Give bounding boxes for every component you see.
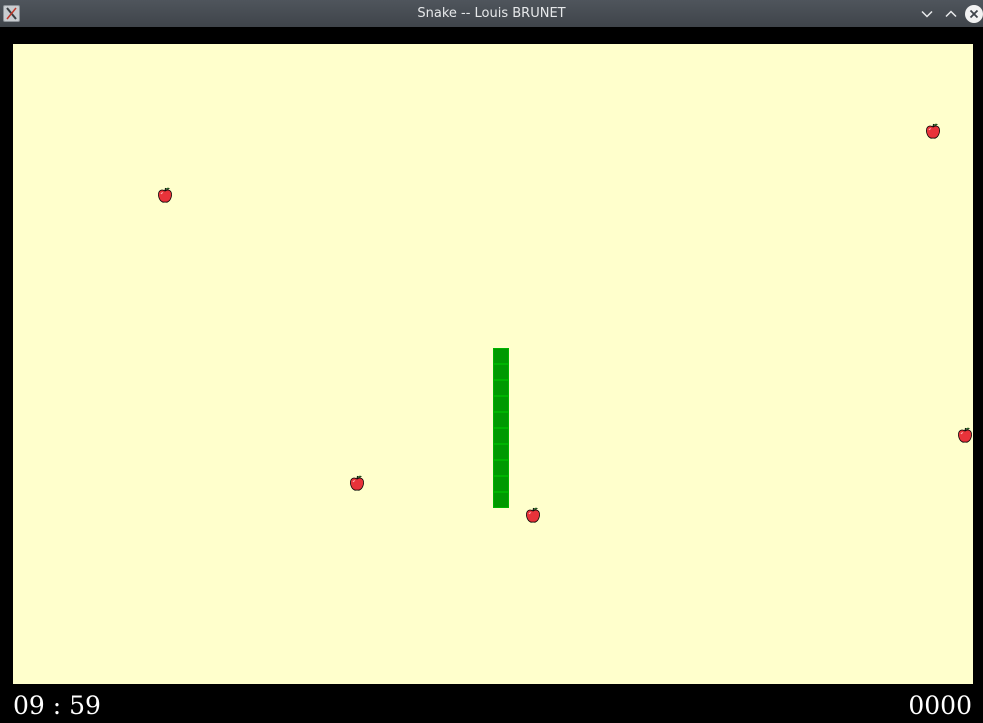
snake-segment bbox=[493, 428, 509, 444]
apple-icon bbox=[350, 475, 364, 491]
snake-segment bbox=[493, 444, 509, 460]
apple bbox=[525, 507, 541, 524]
apple bbox=[157, 187, 173, 204]
minimize-button[interactable] bbox=[917, 4, 936, 23]
snake-tail bbox=[493, 492, 509, 508]
chevron-down-icon bbox=[920, 10, 933, 18]
timer: 09 : 59 bbox=[13, 691, 101, 720]
chevron-up-icon bbox=[944, 9, 957, 17]
apple-icon bbox=[926, 123, 940, 139]
apple bbox=[925, 123, 941, 140]
apple bbox=[957, 427, 973, 444]
snake-segment bbox=[493, 380, 509, 396]
score: 0000 bbox=[908, 691, 972, 720]
apple-icon bbox=[158, 187, 172, 203]
snake-segment bbox=[493, 396, 509, 412]
window-title: Snake -- Louis BRUNET bbox=[417, 6, 566, 21]
close-button[interactable] bbox=[964, 4, 983, 23]
snake-segment bbox=[493, 412, 509, 428]
close-icon bbox=[964, 4, 983, 23]
snake-segment bbox=[493, 460, 509, 476]
snake-head bbox=[493, 348, 509, 364]
game-board[interactable] bbox=[13, 44, 973, 684]
snake-segment bbox=[493, 364, 509, 380]
snake-segment bbox=[493, 476, 509, 492]
maximize-button[interactable] bbox=[941, 4, 960, 23]
apple-icon bbox=[958, 427, 972, 443]
apple bbox=[349, 475, 365, 492]
title-bar[interactable]: Snake -- Louis BRUNET bbox=[0, 0, 983, 27]
apple-icon bbox=[526, 507, 540, 523]
